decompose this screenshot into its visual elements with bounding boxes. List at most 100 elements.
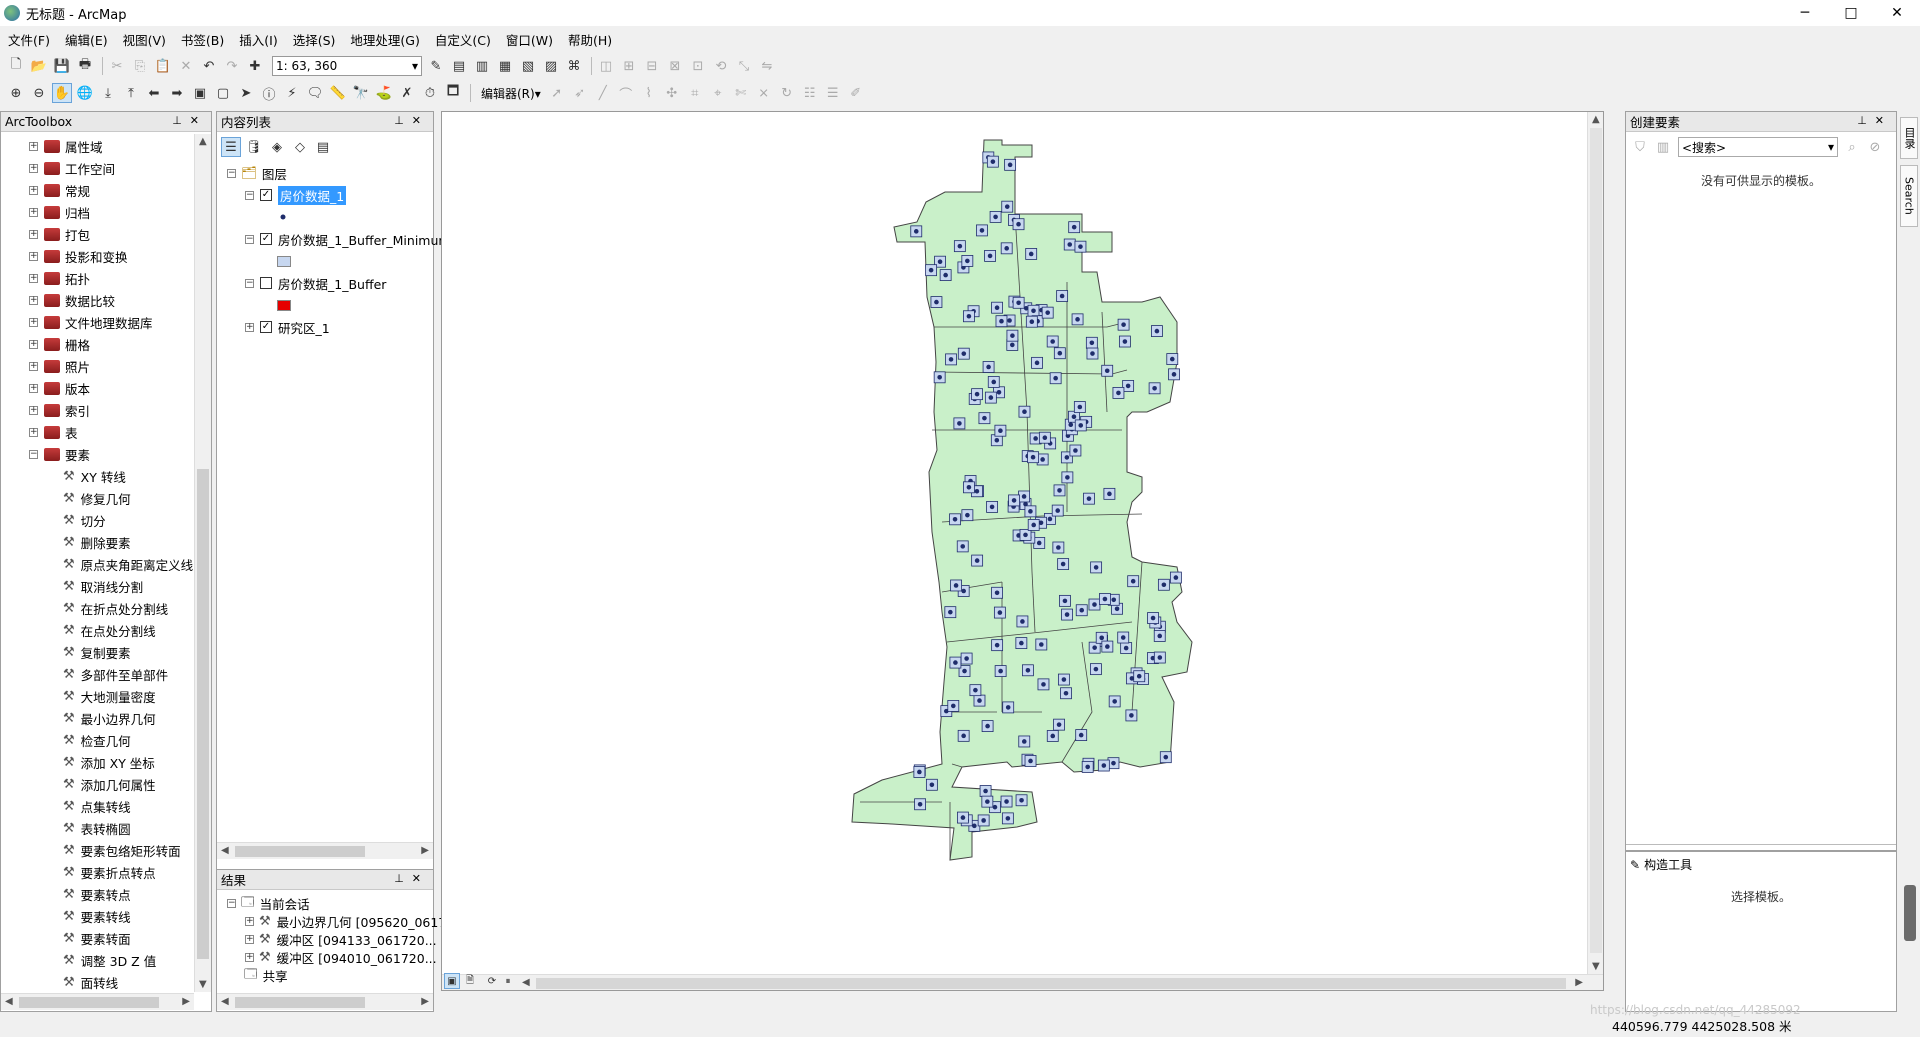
go-to-xy-icon[interactable]: ✗ — [397, 83, 417, 103]
organize-templates-icon[interactable]: ⛉ — [1630, 137, 1650, 157]
house-price-point[interactable] — [1008, 494, 1020, 507]
tool-item[interactable]: ⚒ 面转线 — [63, 971, 118, 993]
house-price-point[interactable] — [1059, 594, 1071, 607]
catalog-tab[interactable]: 目录 — [1900, 117, 1918, 159]
trace-icon[interactable]: ⊠ — [665, 56, 685, 76]
house-price-point[interactable] — [994, 424, 1007, 437]
data-view-icon[interactable]: ▣ — [444, 973, 460, 989]
measure-icon[interactable]: 📏 — [328, 83, 348, 103]
find-route-icon[interactable]: ⛳ — [374, 83, 394, 103]
template-search-input[interactable]: <搜索> ▾ — [1678, 137, 1838, 157]
house-price-point[interactable] — [1015, 637, 1028, 650]
layer-visibility-checkbox[interactable] — [260, 277, 272, 289]
topology-icon[interactable]: ⊟ — [642, 56, 662, 76]
house-price-point[interactable] — [1025, 248, 1038, 260]
tool-item[interactable]: ⚒ 要素折点转点 — [63, 861, 156, 883]
toolset-item[interactable]: + 属性域 — [29, 135, 103, 157]
toolset-item[interactable]: + 栅格 — [29, 333, 90, 355]
house-price-point[interactable] — [971, 554, 984, 567]
house-price-point[interactable] — [1012, 296, 1025, 309]
edit-vertices-icon[interactable]: ⌗ — [685, 83, 705, 103]
house-price-point[interactable] — [1071, 313, 1084, 326]
maximize-button[interactable]: □ — [1828, 0, 1874, 26]
house-price-point[interactable] — [1037, 678, 1050, 691]
template-view-icon[interactable]: ▥ — [1653, 137, 1673, 157]
toc-layer-2[interactable]: − 房价数据_1_Buffer — [245, 272, 386, 294]
create-features-icon[interactable]: ✐ — [846, 83, 866, 103]
tool-item[interactable]: ⚒ 添加 XY 坐标 — [63, 751, 155, 773]
house-price-point[interactable] — [1053, 718, 1065, 731]
forward-extent-icon[interactable]: ➡ — [167, 83, 187, 103]
house-price-point[interactable] — [1120, 642, 1133, 654]
layer-visibility-checkbox[interactable]: ✓ — [260, 233, 272, 245]
tool-item[interactable]: ⚒ 切分 — [63, 509, 106, 531]
fill-symbol-icon[interactable] — [277, 255, 291, 267]
minimize-button[interactable]: ─ — [1782, 0, 1828, 26]
map-view[interactable]: ▲ ▼ ▣ 🗎 ⟳ ⏸ ◀ ▶ — [441, 111, 1604, 991]
map-hscrollbar[interactable]: ▣ 🗎 ⟳ ⏸ ◀ ▶ — [442, 973, 1603, 990]
house-price-point[interactable] — [1001, 812, 1014, 825]
house-price-point[interactable] — [1041, 306, 1054, 319]
expand-icon[interactable]: + — [29, 383, 38, 393]
panel-controls[interactable]: ⊥✕ — [394, 872, 429, 885]
copy-icon[interactable]: ⎘ — [130, 56, 150, 76]
house-price-point[interactable] — [1027, 451, 1039, 464]
house-price-point[interactable] — [1052, 541, 1065, 554]
tool-item[interactable]: ⚒ 最小边界几何 — [63, 707, 156, 729]
table-of-contents-icon[interactable]: ▤ — [449, 56, 469, 76]
end-point-arc-icon[interactable]: ⌒ — [616, 83, 636, 103]
toc-layer-0[interactable]: − ✓ 房价数据_1 — [245, 184, 347, 206]
house-price-point[interactable] — [945, 353, 957, 366]
toolset-item[interactable]: + 数据比较 — [29, 289, 115, 311]
house-price-point[interactable] — [1088, 598, 1101, 611]
print-icon[interactable]: 🖶 — [75, 56, 95, 76]
house-price-point[interactable] — [995, 315, 1008, 328]
tool-item[interactable]: ⚒ 要素包络矩形转面 — [63, 839, 181, 861]
add-data-icon[interactable]: ✚ — [245, 56, 265, 76]
pan-hand-icon[interactable]: ✋ — [52, 83, 72, 103]
house-price-point[interactable] — [1166, 353, 1179, 365]
toolset-item[interactable]: + 常规 — [29, 179, 90, 201]
house-price-point[interactable] — [1018, 490, 1030, 503]
zoom-out-icon[interactable]: ⊖ — [29, 83, 49, 103]
tool-item[interactable]: ⚒ XY 转线 — [63, 465, 126, 487]
house-price-point[interactable] — [1061, 608, 1073, 621]
layer-name[interactable]: 房价数据_1_Buffer — [278, 274, 386, 293]
collapse-icon[interactable]: − — [245, 234, 254, 244]
house-price-point[interactable] — [963, 481, 975, 494]
collapse-icon[interactable]: − — [227, 168, 236, 178]
house-price-point[interactable] — [910, 225, 923, 238]
house-price-point[interactable] — [1049, 372, 1062, 385]
map-vscrollbar[interactable]: ▲ ▼ — [1587, 112, 1603, 974]
expand-icon[interactable]: + — [29, 207, 38, 217]
sketch-properties-icon[interactable]: ☰ — [823, 83, 843, 103]
house-price-point[interactable] — [971, 388, 983, 401]
house-price-point[interactable] — [1157, 578, 1170, 591]
house-price-point[interactable] — [1085, 336, 1098, 349]
house-price-point[interactable] — [925, 264, 938, 277]
search-tab[interactable]: Search — [1900, 165, 1918, 227]
tool-item[interactable]: ⚒ 复制要素 — [63, 641, 131, 663]
toolbox-vscrollbar[interactable]: ▲ ▼ — [194, 134, 211, 992]
house-price-point[interactable] — [914, 798, 926, 811]
list-by-visibility-icon[interactable]: ◈ — [267, 137, 287, 157]
layout-view-icon[interactable]: 🗎 — [462, 973, 478, 989]
house-price-point[interactable] — [1103, 487, 1116, 500]
select-features-icon[interactable]: ▣ — [190, 83, 210, 103]
expand-icon[interactable]: + — [29, 295, 38, 305]
editor-menu[interactable]: 编辑器(R)▾ — [481, 85, 541, 102]
expand-icon[interactable]: + — [29, 141, 38, 151]
house-price-point[interactable] — [944, 606, 957, 619]
split-icon[interactable]: ⨯ — [754, 83, 774, 103]
house-price-point[interactable] — [1000, 242, 1013, 255]
house-price-point[interactable] — [991, 301, 1003, 314]
house-price-point[interactable] — [1075, 604, 1088, 617]
map-canvas[interactable] — [442, 112, 1587, 974]
house-price-point[interactable] — [1061, 471, 1074, 484]
house-price-point[interactable] — [1018, 405, 1031, 418]
house-price-point[interactable] — [1024, 755, 1037, 767]
side-handle[interactable] — [1904, 885, 1916, 941]
save-icon[interactable]: 💾 — [52, 56, 72, 76]
layer-name[interactable]: 研究区_1 — [278, 318, 330, 337]
menu-help[interactable]: 帮助(H) — [568, 30, 612, 49]
